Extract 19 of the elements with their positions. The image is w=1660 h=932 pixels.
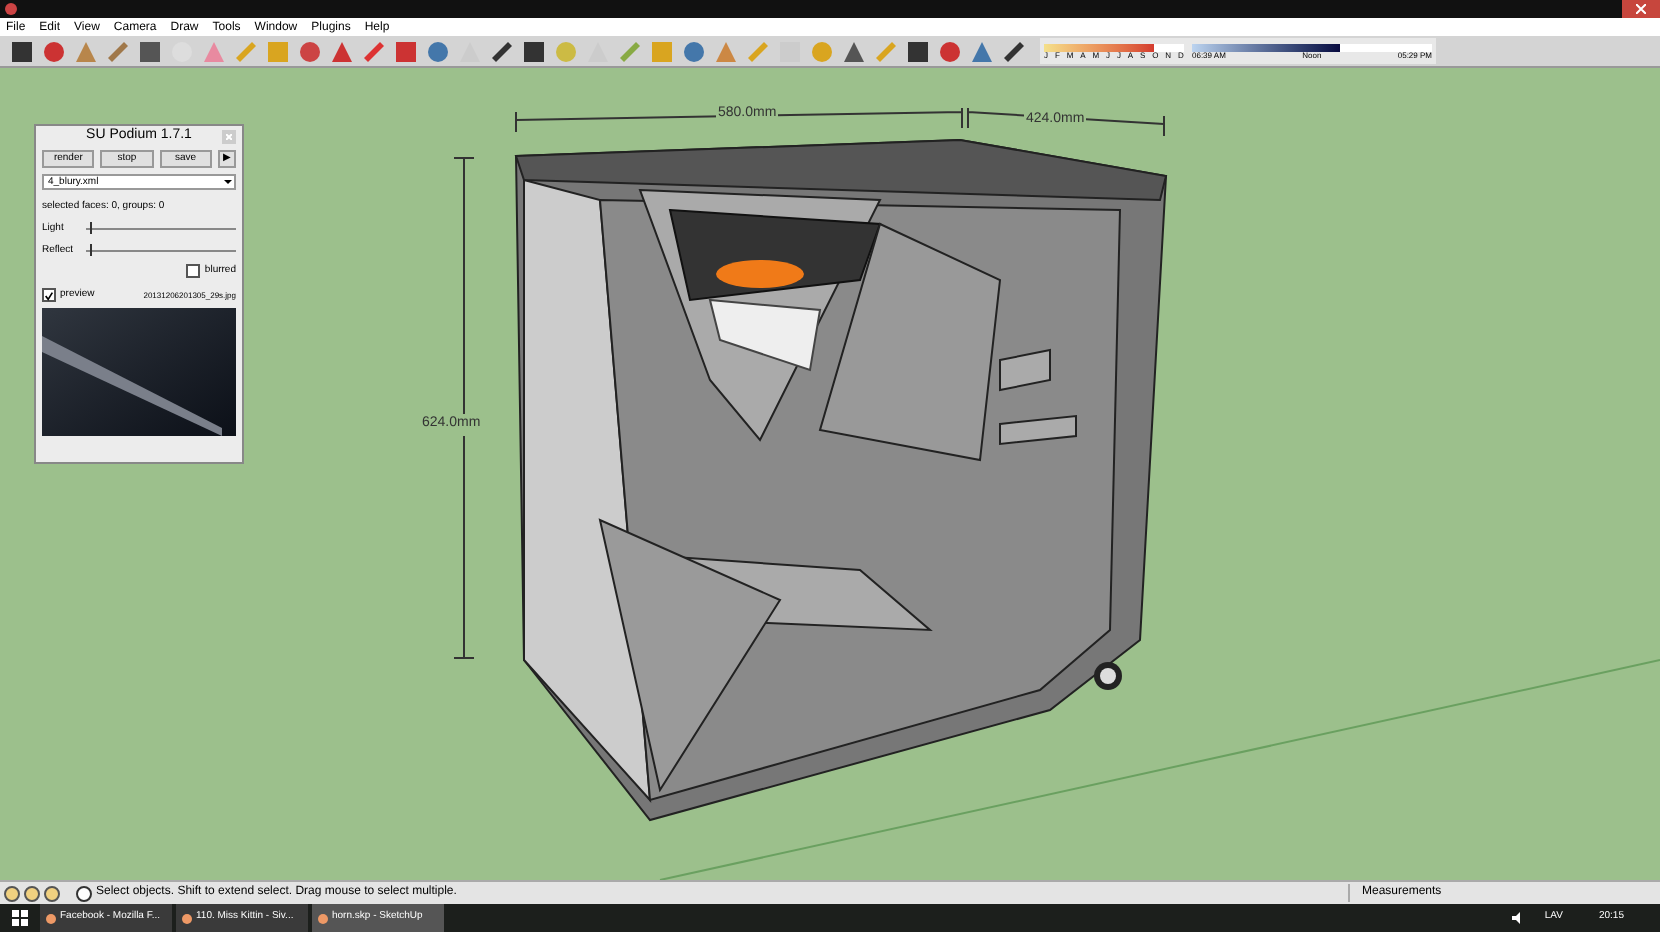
app-icon (46, 913, 56, 923)
close-icon (226, 134, 232, 140)
checkbox[interactable] (186, 263, 201, 278)
date-slider[interactable] (1044, 43, 1184, 51)
time-slider[interactable] (1192, 43, 1432, 51)
checkbox[interactable] (42, 288, 56, 303)
app-icon (318, 913, 328, 923)
start-icon[interactable] (12, 910, 28, 926)
speaker-icon[interactable] (1512, 912, 1525, 924)
tool-icon[interactable] (520, 37, 548, 65)
tool-icon[interactable] (904, 37, 932, 65)
caret-icon (222, 176, 234, 188)
close-button[interactable] (1622, 0, 1660, 18)
app-icon (182, 913, 192, 923)
tool-icon[interactable] (8, 37, 36, 65)
help-icon[interactable] (76, 885, 92, 901)
tool-icon[interactable] (136, 37, 164, 65)
close-icon (1636, 4, 1646, 14)
app-logo-icon (4, 2, 18, 16)
